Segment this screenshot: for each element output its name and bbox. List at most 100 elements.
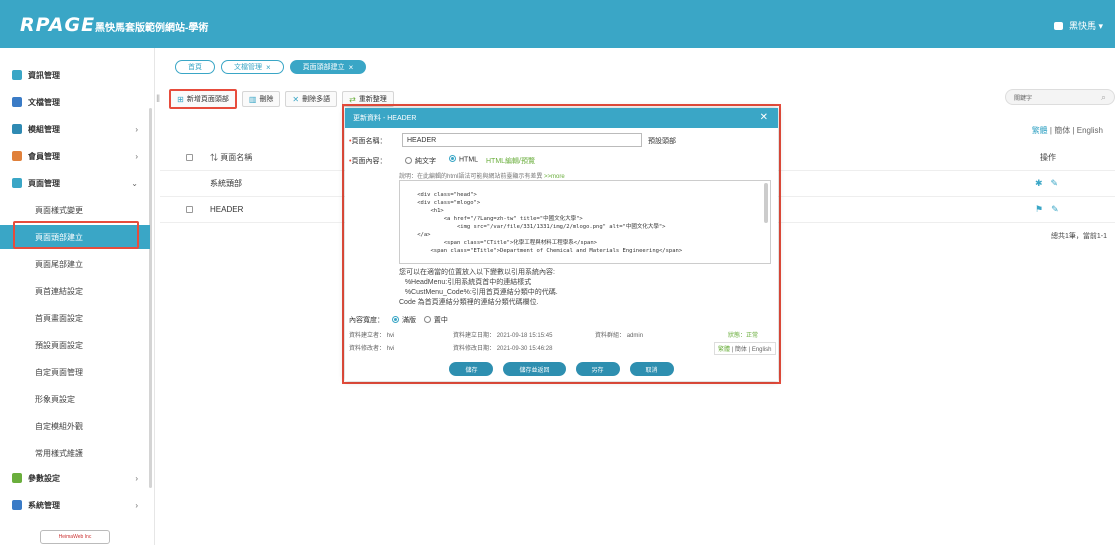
radio-plain-text[interactable]: 純文字	[405, 156, 436, 166]
close-icon[interactable]: ×	[349, 63, 354, 72]
sidebar-item-label: 系統管理	[28, 500, 60, 510]
sidebar-item-modules[interactable]: 模組管理 ›	[0, 117, 150, 141]
content-label: •頁面內容：	[349, 158, 387, 165]
code-scrollbar[interactable]	[764, 183, 768, 223]
save-button[interactable]: 儲存	[449, 362, 494, 376]
close-icon[interactable]: ✕	[760, 112, 768, 123]
tab-home[interactable]: 首頁	[175, 60, 215, 74]
dialog-language-switcher[interactable]: 繁體 | 簡体 | English	[714, 342, 776, 355]
search-icon[interactable]: ⌕	[1101, 92, 1106, 103]
x-icon: ✕	[292, 94, 300, 104]
lang-others[interactable]: 簡体 | English	[735, 347, 772, 353]
user-icon	[1053, 21, 1063, 30]
sidebar-sub-page-style[interactable]: 頁面樣式變更	[0, 198, 150, 222]
sidebar-item-params[interactable]: 參數設定 ›	[0, 466, 150, 490]
chevron-down-icon: ⌄	[131, 178, 138, 188]
radio-icon	[423, 315, 431, 323]
radio-icon	[391, 315, 399, 323]
tab-label: 文檔管理	[234, 64, 262, 71]
sidebar-sub-custom-pages[interactable]: 自定頁面管理	[0, 360, 150, 384]
pin-icon[interactable]: ✱	[1035, 178, 1043, 189]
sidebar-sub-module-look[interactable]: 自定模組外觀	[0, 414, 150, 438]
sidebar-item-label: 會員管理	[28, 151, 60, 161]
lang-english[interactable]: English	[1077, 126, 1103, 135]
column-header-name[interactable]: ⇅ 頁面名稱	[210, 152, 252, 163]
sidebar-sub-image-page[interactable]: 形象頁設定	[0, 387, 150, 411]
page-tabs: 首頁 文檔管理 × 頁面頭部建立 ×	[175, 60, 367, 74]
status-badge: 狀態：正常	[728, 330, 758, 339]
chevron-right-icon: ›	[135, 124, 138, 134]
sidebar-item-label: 資訊管理	[28, 70, 60, 80]
flag-icon[interactable]: ⚑	[1035, 204, 1043, 215]
cancel-button[interactable]: 取消	[629, 362, 674, 376]
tab-header-create[interactable]: 頁面頭部建立 ×	[289, 60, 367, 74]
dialog-buttons: 儲存 儲存並返回 另存 取消	[345, 362, 778, 376]
delete-multilang-button[interactable]: ✕ 刪除多語	[285, 91, 338, 107]
lang-current[interactable]: 繁體	[1032, 126, 1048, 135]
sidebar-sub-footer-create[interactable]: 頁面尾部建立	[0, 252, 150, 276]
html-editor-link[interactable]: HTML編輯/預覽	[486, 156, 535, 166]
edit-icon[interactable]: ✎	[1051, 178, 1059, 189]
meta-value: 2021-09-18 15:15:45	[496, 333, 553, 339]
meta-label: 資料建立日期：	[453, 333, 496, 339]
sidebar-sub-header-links[interactable]: 頁首連結設定	[0, 279, 150, 303]
sidebar-item-label: 文檔管理	[28, 97, 60, 107]
page-name-input[interactable]: HEADER	[402, 133, 642, 147]
gear-icon	[12, 473, 22, 483]
delete-button[interactable]: ▥ 刪除	[241, 91, 281, 107]
app-logo[interactable]: RPAGE	[20, 14, 95, 36]
sidebar-item-members[interactable]: 會員管理 ›	[0, 144, 150, 168]
save-return-button[interactable]: 儲存並返回	[503, 362, 566, 376]
search-placeholder: 關鍵字	[1014, 95, 1033, 102]
tab-docs[interactable]: 文檔管理 ×	[221, 60, 284, 74]
radio-full-width[interactable]: 滿版	[391, 315, 416, 324]
sidebar-sub-default-page[interactable]: 預設頁面設定	[0, 333, 150, 357]
edit-icon[interactable]: ✎	[1051, 204, 1059, 215]
sidebar-item-pages[interactable]: 頁面管理 ⌄	[0, 171, 150, 195]
grid-icon	[12, 70, 22, 80]
save-as-button[interactable]: 另存	[575, 362, 620, 376]
name-label-text: 頁面名稱：	[351, 138, 387, 145]
add-header-button[interactable]: ⊞ 新增頁面頭部	[169, 89, 237, 109]
width-label: 內容寬度：	[349, 317, 384, 324]
select-all-checkbox[interactable]	[186, 154, 193, 161]
meta-value: hvi	[386, 333, 395, 339]
meta-label: 資料群組：	[595, 333, 626, 339]
name-hint: 預設頭部	[648, 138, 676, 145]
sidebar-item-info[interactable]: 資訊管理	[0, 63, 150, 87]
html-code-editor[interactable]: <div class="head"> <div class="mlogo"> <…	[399, 180, 771, 264]
row-actions: ⚑ ✎	[1035, 204, 1059, 215]
variable-description: 您可以在適當的位置放入以下變數以引用系統內容: %HeadMenu:引用系統頁首…	[399, 269, 558, 306]
top-bar: RPAGE 黑快馬套版範例網站-學術 黑快馬 ▾	[0, 0, 1115, 48]
radio-html[interactable]: HTML	[449, 155, 478, 163]
row-checkbox[interactable]	[186, 206, 193, 213]
meta-label: 資料修改者：	[349, 346, 386, 352]
code-content: <div class="head"> <div class="mlogo"> <…	[417, 192, 683, 254]
content-width-row: 內容寬度： 滿版 置中	[349, 315, 448, 325]
refresh-label: 重新整理	[358, 96, 387, 103]
row-name: HEADER	[210, 205, 244, 214]
modules-icon	[12, 124, 22, 134]
meta-value: 正常	[746, 333, 759, 339]
radio-centered[interactable]: 置中	[423, 315, 448, 324]
meta-value: admin	[626, 333, 644, 339]
sidebar-item-docs[interactable]: 文檔管理	[0, 90, 150, 114]
editor-note: 說明：在此編輯的html語法可能與網站前臺顯示有差異 >>more	[399, 171, 565, 180]
sidebar-item-system[interactable]: 系統管理 ›	[0, 493, 150, 517]
column-header-label: 頁面名稱	[220, 153, 253, 162]
lang-simplified[interactable]: 簡体	[1054, 126, 1070, 135]
sidebar: 資訊管理 文檔管理 模組管理 › 會員管理 › 頁面管理 ⌄ 頁面樣式變更 頁面…	[0, 48, 155, 545]
lang-current[interactable]: 繁體	[718, 347, 730, 353]
name-label: •頁面名稱：	[349, 138, 387, 145]
add-header-label: 新增頁面頭部	[186, 96, 229, 103]
highlight-active-menu	[13, 221, 139, 249]
search-input[interactable]: 關鍵字 ⌕	[1005, 89, 1115, 105]
chevron-right-icon: ›	[135, 473, 138, 483]
sidebar-sub-homepage[interactable]: 首頁畫面設定	[0, 306, 150, 330]
user-menu[interactable]: 黑快馬 ▾	[1053, 19, 1103, 32]
bar-chart-icon	[12, 97, 22, 107]
collapse-handle-icon[interactable]: ‖	[156, 94, 160, 105]
sidebar-sub-common-styles[interactable]: 常用樣式維護	[0, 441, 150, 465]
close-icon[interactable]: ×	[266, 63, 271, 72]
meta-label: 資料建立者：	[349, 333, 386, 339]
